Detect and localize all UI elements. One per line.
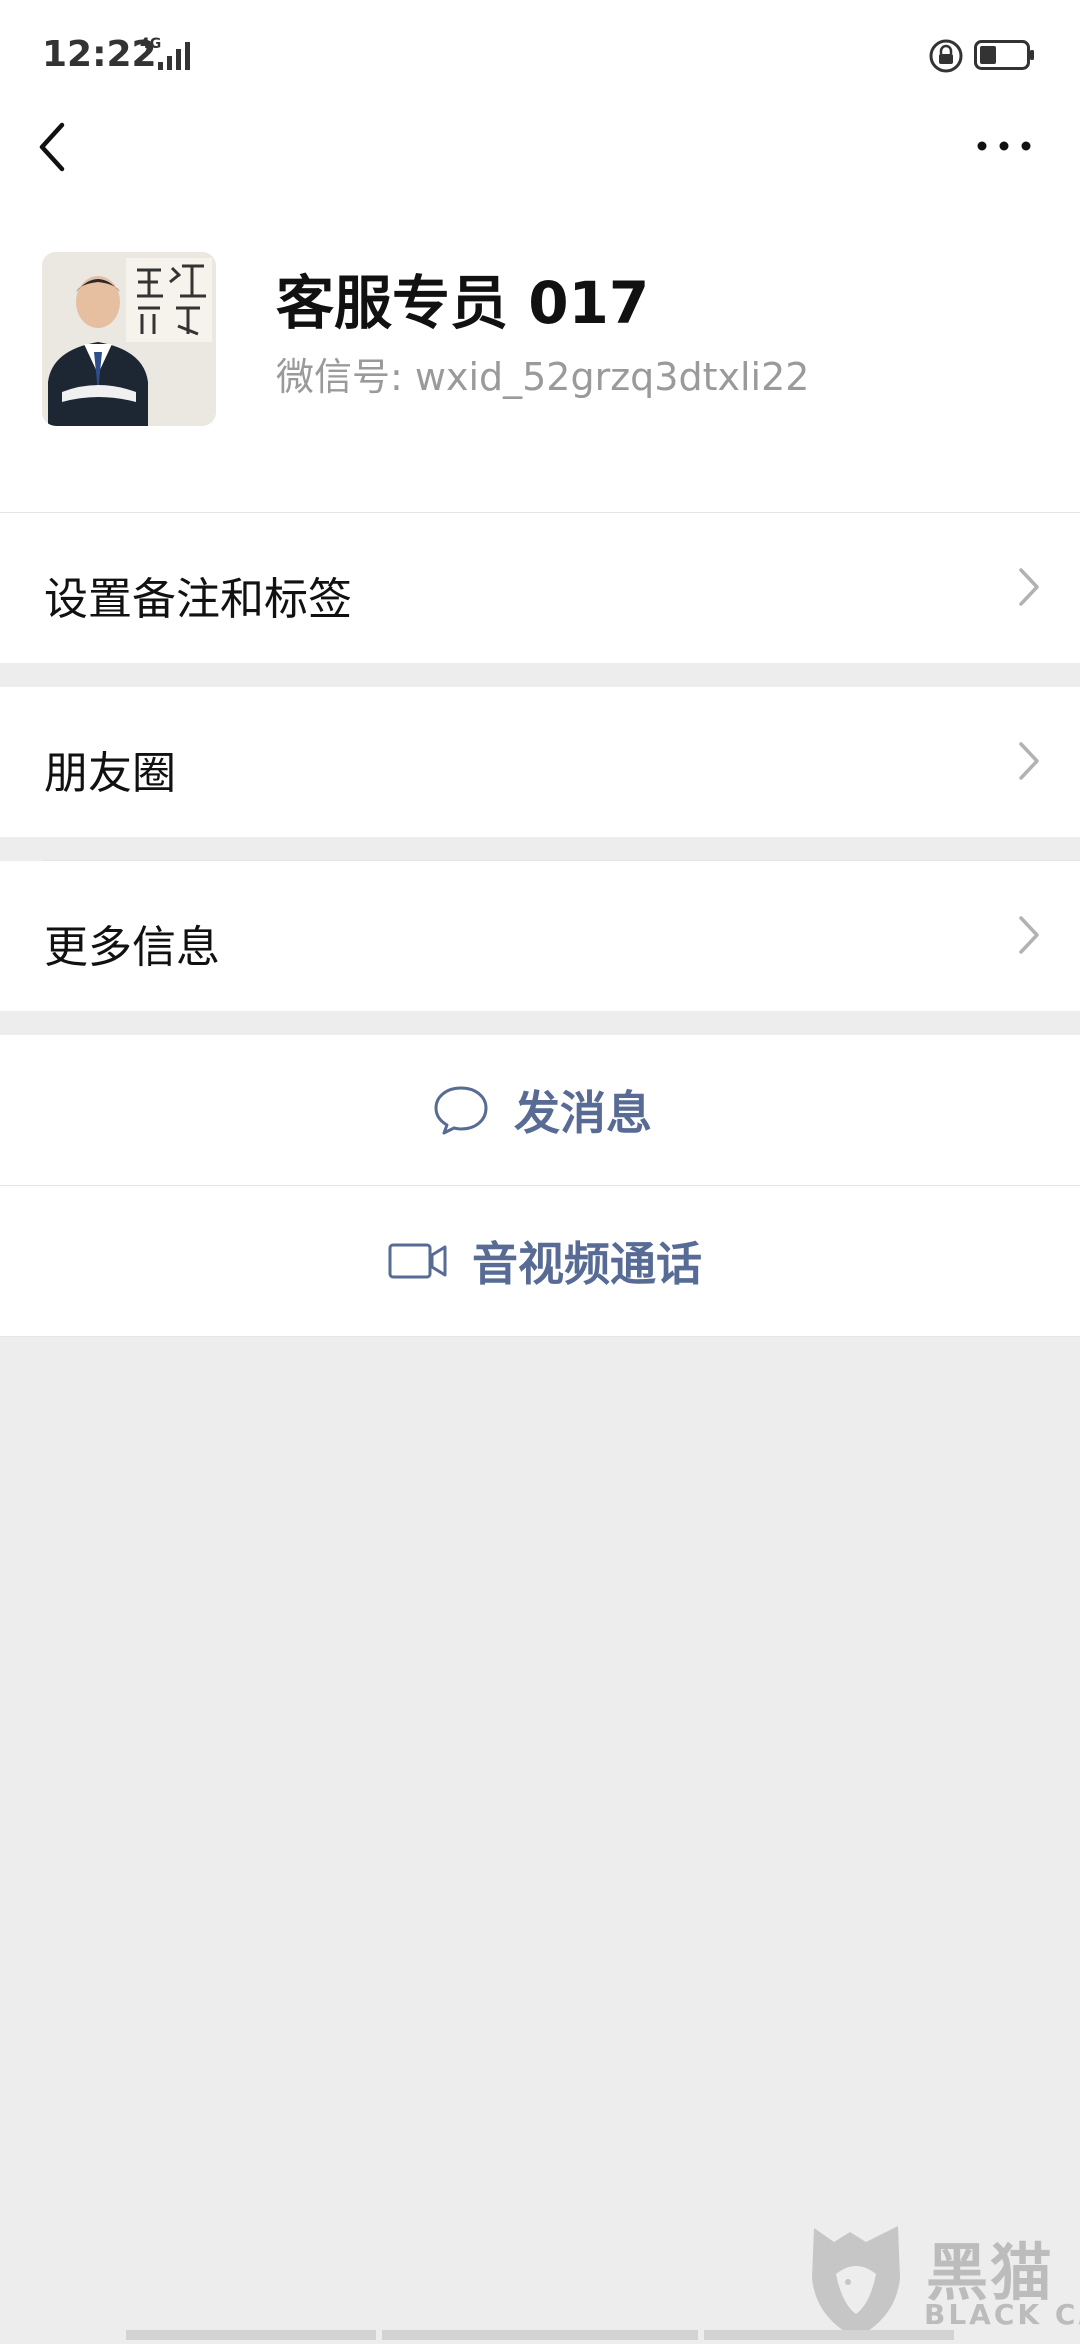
avatar[interactable]	[42, 252, 216, 426]
cell-label-moments: 朋友圈	[44, 748, 176, 799]
more-info-cell[interactable]: 更多信息	[0, 861, 1080, 1011]
chevron-right-icon	[1019, 568, 1039, 606]
video-camera-icon	[388, 1243, 447, 1279]
moments-cell[interactable]: 朋友圈	[0, 687, 1080, 837]
video-call-content: 音视频通话	[388, 1186, 702, 1336]
black-cat-watermark: 黑猫 BLACK CAT	[806, 2222, 1080, 2340]
nav-bar	[0, 110, 1080, 182]
chevron-right-icon	[1019, 916, 1039, 954]
cell-label-more-info: 更多信息	[44, 922, 220, 973]
battery-icon	[974, 40, 1034, 70]
chat-bubble-icon	[434, 1086, 488, 1135]
chevron-right-icon	[1019, 742, 1039, 780]
video-call-button[interactable]: 音视频通话	[0, 1186, 1080, 1336]
rotation-lock-icon	[929, 39, 963, 73]
video-call-label: 音视频通话	[472, 1237, 702, 1291]
send-message-button[interactable]: 发消息	[0, 1035, 1080, 1185]
contact-name: 客服专员 017	[276, 269, 650, 337]
cat-shield-logo-icon	[812, 2226, 900, 2338]
watermark-brand-en: BLACK CAT	[924, 2298, 1080, 2331]
wechat-id: 微信号: wxid_52grzq3dtxli22	[276, 355, 810, 399]
cell-label-remarks-tags: 设置备注和标签	[44, 574, 352, 625]
home-indicator	[126, 2330, 376, 2340]
profile-section: 客服专员 017 微信号: wxid_52grzq3dtxli22	[0, 230, 1080, 460]
send-message-content: 发消息	[432, 1035, 652, 1185]
set-remarks-tags-cell[interactable]: 设置备注和标签	[0, 513, 1080, 663]
back-icon[interactable]	[30, 115, 78, 179]
more-icon[interactable]	[968, 126, 1040, 166]
signal-icon	[158, 42, 190, 70]
send-message-label: 发消息	[514, 1086, 652, 1140]
divider	[0, 1336, 1080, 1337]
home-indicator	[382, 2330, 698, 2340]
status-bar: 12:22 4G	[0, 0, 1080, 110]
avatar-image	[42, 252, 216, 426]
home-indicator	[704, 2330, 954, 2340]
